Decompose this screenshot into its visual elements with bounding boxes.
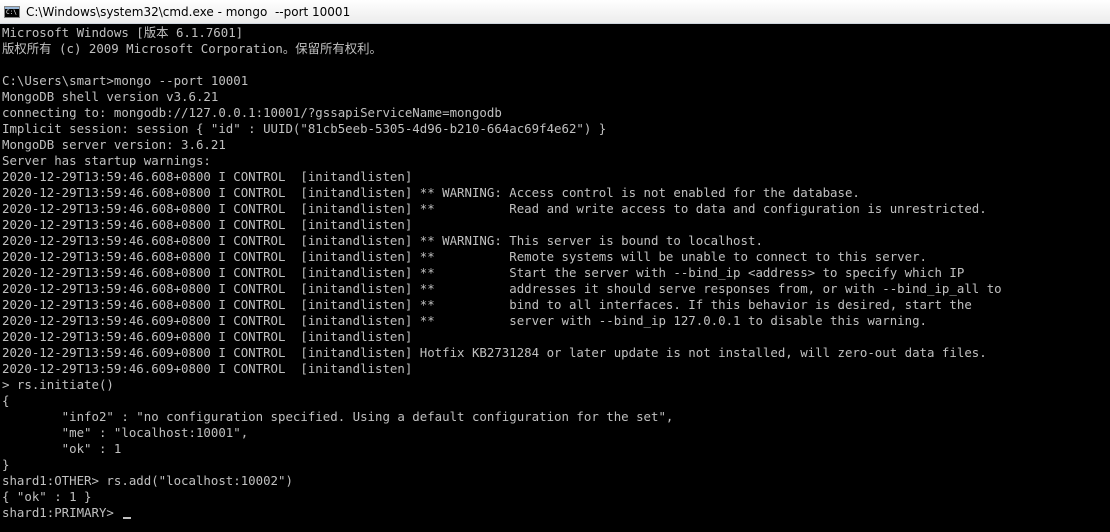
console-line: Implicit session: session { "id" : UUID(… — [2, 121, 607, 136]
console-line: Microsoft Windows [版本 6.1.7601] — [2, 25, 244, 40]
console-line: { — [2, 393, 10, 408]
console-line: 2020-12-29T13:59:46.608+0800 I CONTROL [… — [2, 281, 1002, 296]
console-line: MongoDB server version: 3.6.21 — [2, 137, 226, 152]
console-line: Server has startup warnings: — [2, 153, 211, 168]
console-line: connecting to: mongodb://127.0.0.1:10001… — [2, 105, 502, 120]
console-line: 版权所有 (c) 2009 Microsoft Corporation。保留所有… — [2, 41, 382, 56]
command-prompt-line[interactable]: shard1:PRIMARY> — [2, 505, 1108, 521]
console-line: "info2" : "no configuration specified. U… — [2, 409, 674, 424]
console-line: MongoDB shell version v3.6.21 — [2, 89, 219, 104]
console-line: 2020-12-29T13:59:46.609+0800 I CONTROL [… — [2, 345, 987, 360]
console-line: 2020-12-29T13:59:46.609+0800 I CONTROL [… — [2, 313, 928, 328]
console-line: "ok" : 1 — [2, 441, 122, 456]
console-line: 2020-12-29T13:59:46.608+0800 I CONTROL [… — [2, 201, 987, 216]
cmd-icon-label: C:\ — [6, 8, 17, 16]
console-line: 2020-12-29T13:59:46.609+0800 I CONTROL [… — [2, 329, 413, 344]
console-line: C:\Users\smart>mongo --port 10001 — [2, 73, 249, 88]
title-bar[interactable]: C:\ C:\Windows\system32\cmd.exe - mongo … — [0, 0, 1110, 24]
console-line: 2020-12-29T13:59:46.608+0800 I CONTROL [… — [2, 233, 763, 248]
console-line: 2020-12-29T13:59:46.608+0800 I CONTROL [… — [2, 169, 413, 184]
console-line: 2020-12-29T13:59:46.608+0800 I CONTROL [… — [2, 297, 972, 312]
console-output[interactable]: Microsoft Windows [版本 6.1.7601] 版权所有 (c)… — [2, 25, 1108, 530]
console-line: 2020-12-29T13:59:46.609+0800 I CONTROL [… — [2, 361, 413, 376]
console-line: shard1:OTHER> rs.add("localhost:10002") — [2, 473, 293, 488]
console-line: { "ok" : 1 } — [2, 489, 92, 504]
console-line: 2020-12-29T13:59:46.608+0800 I CONTROL [… — [2, 265, 965, 280]
text-cursor — [123, 517, 132, 519]
console-line: 2020-12-29T13:59:46.608+0800 I CONTROL [… — [2, 185, 860, 200]
console-line: 2020-12-29T13:59:46.608+0800 I CONTROL [… — [2, 217, 413, 232]
console-line: 2020-12-29T13:59:46.608+0800 I CONTROL [… — [2, 249, 928, 264]
console-line: } — [2, 457, 10, 472]
shell-prompt: shard1:PRIMARY> — [2, 505, 122, 520]
console-line: > rs.initiate() — [2, 377, 114, 392]
cmd-window: C:\ C:\Windows\system32\cmd.exe - mongo … — [0, 0, 1110, 532]
cmd-icon[interactable]: C:\ — [4, 5, 20, 18]
console-line: "me" : "localhost:10001", — [2, 425, 249, 440]
window-title: C:\Windows\system32\cmd.exe - mongo --po… — [26, 4, 351, 19]
